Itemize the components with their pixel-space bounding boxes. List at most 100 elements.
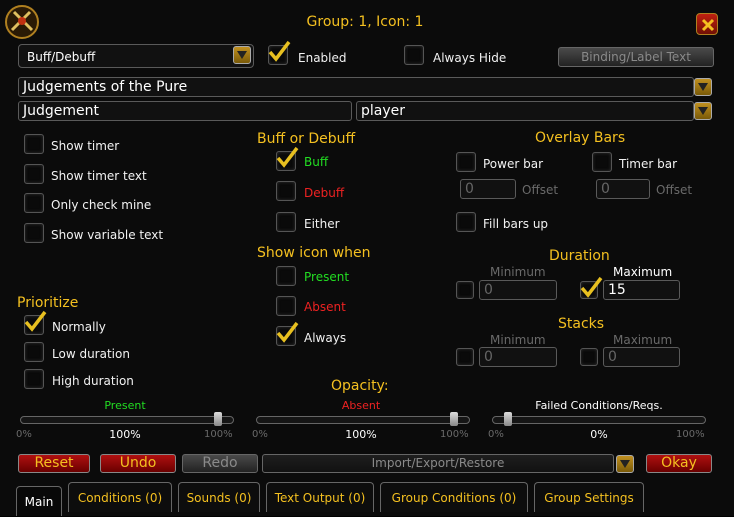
- power-bar-checkbox[interactable]: [456, 152, 476, 172]
- always-hide-checkbox[interactable]: [404, 45, 424, 65]
- prioritize-header: Prioritize: [17, 295, 79, 311]
- duration-header: Duration: [549, 248, 610, 264]
- absent-label: Absent: [304, 300, 346, 314]
- checkmark-icon: [276, 321, 299, 343]
- name-input[interactable]: Judgements of the Pure: [18, 77, 694, 97]
- tab-group-conditions[interactable]: Group Conditions (0): [380, 482, 528, 512]
- tab-group-settings[interactable]: Group Settings: [534, 482, 644, 512]
- absent-slider-label: Absent: [341, 399, 381, 412]
- duration-max-label: Maximum: [613, 265, 673, 279]
- opacity-header: Opacity:: [331, 378, 389, 394]
- absent-slider-value: 100%: [345, 428, 377, 441]
- absent-opacity-slider[interactable]: [256, 416, 470, 424]
- chevron-down-icon: [237, 51, 247, 59]
- present-slider-label: Present: [104, 399, 146, 412]
- tab-conditions[interactable]: Conditions (0): [68, 482, 172, 512]
- show-variable-text-checkbox[interactable]: [24, 223, 44, 243]
- fill-bars-up-checkbox[interactable]: [456, 212, 476, 232]
- power-bar-label: Power bar: [483, 157, 543, 171]
- duration-max-checkbox[interactable]: [580, 276, 603, 299]
- only-check-mine-label: Only check mine: [51, 198, 152, 212]
- absent-slider-thumb[interactable]: [450, 412, 458, 426]
- failed-slider-value: 0%: [590, 428, 608, 441]
- either-checkbox[interactable]: [276, 212, 296, 232]
- high-duration-checkbox[interactable]: [24, 369, 44, 389]
- show-timer-label: Show timer: [51, 139, 120, 153]
- checkmark-icon: [24, 310, 47, 332]
- present-slider-max: 100%: [204, 429, 233, 440]
- chevron-down-icon: [698, 83, 708, 91]
- duration-min-label: Minimum: [490, 265, 546, 279]
- always-checkbox[interactable]: [276, 321, 299, 346]
- power-offset-input[interactable]: 0: [460, 179, 516, 199]
- checkmark-icon: [580, 276, 603, 298]
- debuff-checkbox[interactable]: [276, 181, 296, 201]
- present-opacity-slider[interactable]: [20, 416, 234, 424]
- debuff-label: Debuff: [304, 186, 345, 200]
- name-dropdown-arrow[interactable]: [694, 78, 712, 96]
- duration-min-checkbox[interactable]: [456, 281, 474, 299]
- low-duration-label: Low duration: [52, 347, 130, 361]
- absent-slider-max: 100%: [440, 429, 469, 440]
- checkmark-icon: [268, 40, 291, 62]
- stacks-max-label: Maximum: [613, 333, 673, 347]
- import-export-arrow[interactable]: [616, 455, 634, 473]
- absent-checkbox[interactable]: [276, 296, 296, 316]
- buff-checkbox[interactable]: [276, 146, 299, 171]
- chevron-down-icon: [698, 107, 708, 115]
- power-offset-label: Offset: [522, 183, 559, 197]
- stacks-max-input[interactable]: 0: [603, 347, 680, 367]
- enabled-label: Enabled: [298, 51, 347, 65]
- present-checkbox[interactable]: [276, 266, 296, 286]
- normally-checkbox[interactable]: [24, 310, 47, 335]
- show-timer-text-checkbox[interactable]: [24, 164, 44, 184]
- unit-dropdown-arrow[interactable]: [694, 102, 712, 120]
- type-dropdown-arrow[interactable]: [233, 46, 251, 64]
- type-dropdown-value: Buff/Debuff: [27, 50, 96, 64]
- close-button[interactable]: [696, 13, 718, 35]
- failed-slider-label: Failed Conditions/Reqs.: [535, 399, 663, 412]
- checkmark-icon: [276, 146, 299, 168]
- reset-button[interactable]: Reset: [18, 454, 90, 473]
- unit-input[interactable]: player: [356, 101, 694, 121]
- binding-label-button[interactable]: Binding/Label Text: [558, 47, 714, 67]
- timer-bar-label: Timer bar: [619, 157, 678, 171]
- normally-label: Normally: [52, 320, 106, 334]
- low-duration-checkbox[interactable]: [24, 342, 44, 362]
- timer-bar-checkbox[interactable]: [592, 152, 612, 172]
- either-label: Either: [304, 217, 340, 231]
- fill-bars-up-label: Fill bars up: [483, 217, 549, 231]
- stacks-header: Stacks: [558, 316, 605, 332]
- subname-input[interactable]: Judgement: [18, 101, 352, 121]
- okay-button[interactable]: Okay: [646, 454, 712, 473]
- undo-button[interactable]: Undo: [100, 454, 176, 473]
- stacks-min-checkbox[interactable]: [456, 348, 474, 366]
- redo-button[interactable]: Redo: [182, 454, 258, 473]
- always-hide-label: Always Hide: [433, 51, 507, 65]
- type-dropdown[interactable]: Buff/Debuff: [18, 44, 254, 68]
- duration-min-input[interactable]: 0: [479, 280, 557, 300]
- chevron-down-icon: [620, 460, 630, 468]
- tab-sounds[interactable]: Sounds (0): [178, 482, 260, 512]
- duration-max-input[interactable]: 15: [603, 280, 680, 300]
- timer-offset-input[interactable]: 0: [596, 179, 650, 199]
- icon-editor-window: Group: 1, Icon: 1 Buff/Debuff Enabled Al…: [0, 0, 734, 516]
- high-duration-label: High duration: [52, 374, 134, 388]
- present-label: Present: [304, 270, 350, 284]
- tab-text-output[interactable]: Text Output (0): [266, 482, 374, 512]
- window-title: Group: 1, Icon: 1: [306, 14, 424, 30]
- failed-slider-thumb[interactable]: [504, 412, 512, 426]
- timer-offset-label: Offset: [656, 183, 693, 197]
- stacks-min-input[interactable]: 0: [479, 347, 557, 367]
- only-check-mine-checkbox[interactable]: [24, 193, 44, 213]
- enabled-checkbox[interactable]: [268, 40, 291, 65]
- always-label: Always: [304, 331, 347, 345]
- failed-opacity-slider[interactable]: [492, 416, 706, 424]
- close-icon: [701, 18, 715, 32]
- present-slider-thumb[interactable]: [214, 412, 222, 426]
- tab-main[interactable]: Main: [16, 486, 62, 516]
- import-export-button[interactable]: Import/Export/Restore: [262, 454, 614, 473]
- show-timer-checkbox[interactable]: [24, 134, 44, 154]
- stacks-max-checkbox[interactable]: [580, 348, 598, 366]
- buff-or-debuff-header: Buff or Debuff: [257, 131, 356, 147]
